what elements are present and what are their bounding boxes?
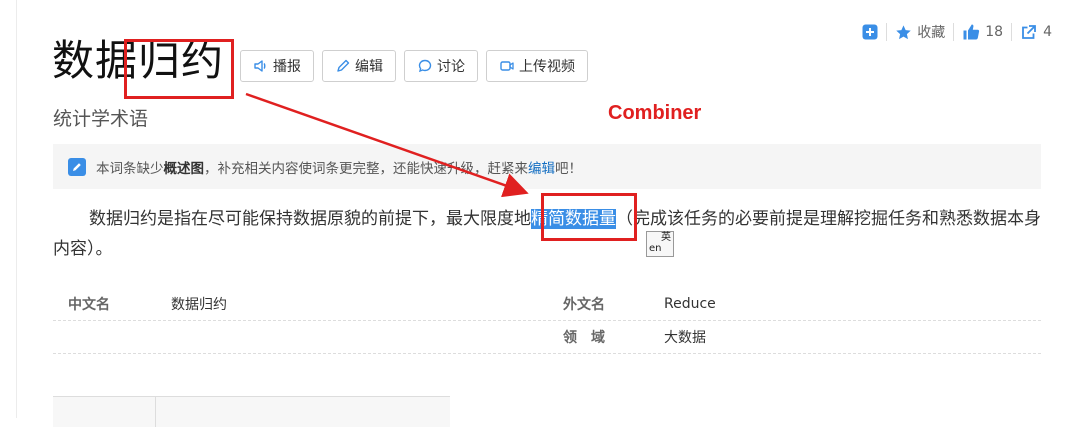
bottom-panel [53, 396, 450, 427]
thumbs-up-icon [963, 24, 980, 40]
info-key: 领 域 [563, 330, 605, 346]
like-button[interactable]: 18 [954, 23, 1011, 41]
star-icon [896, 24, 911, 39]
translate-icon[interactable]: 英 en [646, 231, 674, 257]
title-highlight-box [124, 39, 234, 99]
video-camera-icon [500, 61, 514, 71]
speaker-icon [254, 60, 266, 72]
translate-icon-bottom: en [649, 243, 662, 254]
broadcast-label: 播报 [273, 59, 301, 75]
edit-button[interactable]: 编辑 [322, 50, 396, 82]
collect-label: 收藏 [917, 25, 946, 41]
discuss-button[interactable]: 讨论 [404, 50, 478, 82]
info-table: 中文名 数据归约 外文名 Reduce 领 域 大数据 [53, 288, 1041, 354]
title-actions: 播报 编辑 讨论 上传视频 [240, 50, 588, 82]
pencil-icon [337, 59, 350, 72]
share-icon [1022, 25, 1036, 39]
paragraph-part-1: 数据归约是指在尽可能保持数据原貌的前提下，最大限度地 [89, 209, 531, 229]
info-key: 外文名 [563, 297, 605, 313]
notice-bar: 本词条缺少概述图，补充相关内容使词条更完整，还能快速升级，赶紧来编辑吧！ [53, 144, 1041, 189]
collect-button[interactable]: 收藏 [887, 22, 953, 42]
annotation-label: Combiner [608, 102, 702, 124]
table-row: 中文名 数据归约 外文名 Reduce [53, 288, 1041, 321]
notice-part-1: 本词条缺少 [96, 160, 164, 177]
translate-icon-top: 英 [661, 232, 671, 243]
notice-part-3: 吧！ [555, 160, 582, 177]
notice-edit-link[interactable]: 编辑 [528, 161, 555, 177]
share-count: 4 [1043, 24, 1052, 40]
upload-video-button[interactable]: 上传视频 [486, 50, 588, 82]
notice-part-2: ，补充相关内容使词条更完整，还能快速升级，赶紧来 [204, 160, 528, 177]
selection-highlight-box [541, 193, 637, 241]
chat-bubble-icon [418, 59, 432, 73]
info-value: 数据归约 [171, 297, 227, 313]
notice-bold: 概述图 [163, 160, 205, 177]
info-value: 大数据 [664, 330, 706, 346]
share-button[interactable]: 4 [1012, 23, 1060, 41]
table-row: 领 域 大数据 [53, 321, 1041, 354]
broadcast-button[interactable]: 播报 [240, 50, 314, 82]
discuss-label: 讨论 [437, 59, 465, 75]
upload-video-label: 上传视频 [519, 59, 575, 75]
bottom-panel-divider [155, 397, 156, 427]
info-value: Reduce [664, 296, 716, 312]
top-toolbar: 收藏 18 4 [854, 20, 1060, 44]
notice-text: 本词条缺少概述图，补充相关内容使词条更完整，还能快速升级，赶紧来编辑吧！ [96, 157, 582, 177]
like-count: 18 [985, 24, 1004, 40]
page-subtitle: 统计学术语 [53, 108, 149, 130]
page-left-border [16, 0, 17, 418]
edit-label: 编辑 [355, 59, 383, 75]
add-button[interactable] [854, 24, 886, 40]
plus-square-icon [862, 24, 878, 40]
info-key: 中文名 [68, 297, 110, 313]
edit-note-icon [68, 157, 86, 176]
